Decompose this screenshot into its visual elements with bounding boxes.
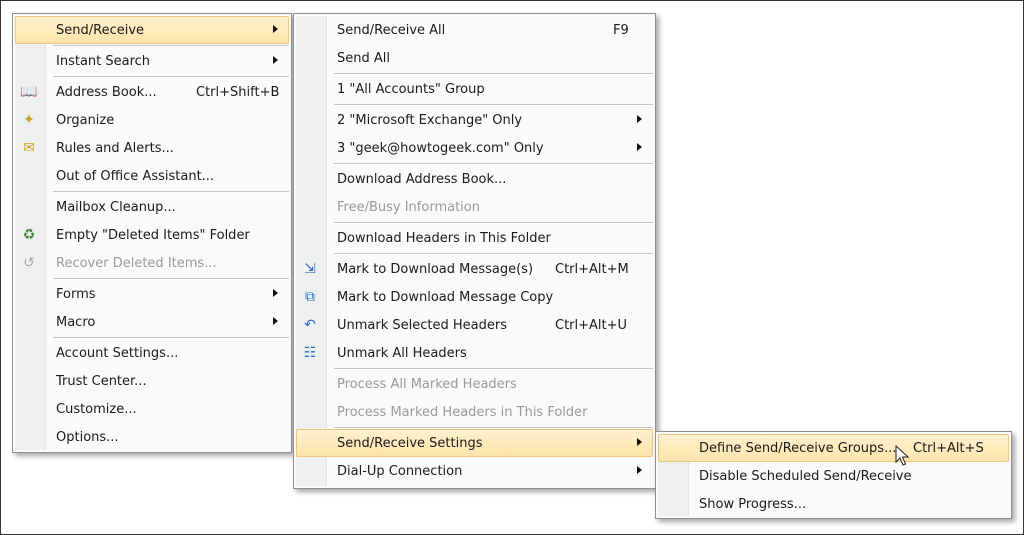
menu-item-mark-to-download-message-copy[interactable]: ⧉ Mark to Download Message Copy [296, 283, 653, 311]
menu-item-3-geek-howtogeek-com-only[interactable]: 3 "geek@howtogeek.com" Only [296, 134, 653, 162]
submenu-arrow-icon [637, 115, 642, 123]
submenu-arrow-icon [637, 143, 642, 151]
menu-item-shortcut: Ctrl+Alt+S [913, 440, 984, 456]
menu-item-label: Instant Search [56, 53, 151, 69]
menu-item-label: Out of Office Assistant... [56, 168, 215, 184]
unmark-icon: ↶ [304, 317, 316, 333]
menu-item-2-microsoft-exchange-only[interactable]: 2 "Microsoft Exchange" Only [296, 106, 653, 134]
menu-item-account-settings[interactable]: Account Settings... [15, 339, 289, 367]
menu-item-shortcut: F9 [613, 22, 629, 38]
tools-menu: Send/Receive Instant Search 📖 Address Book.… [12, 13, 292, 453]
menu-item-define-send-receive-groups[interactable]: Define Send/Receive Groups... Ctrl+Alt+S [658, 434, 1009, 462]
submenu-arrow-icon [273, 289, 278, 297]
send-receive-settings-submenu: Define Send/Receive Groups... Ctrl+Alt+S D… [655, 431, 1012, 519]
menu-item-address-book[interactable]: 📖 Address Book... Ctrl+Shift+B [15, 78, 289, 106]
menu-item-label: Download Address Book... [337, 171, 507, 187]
mark-copy-icon: ⧉ [305, 289, 315, 305]
address-book-icon: 📖 [20, 84, 38, 100]
menu-item-mailbox-cleanup[interactable]: Mailbox Cleanup... [15, 193, 289, 221]
menu-item-shortcut: Ctrl+Alt+M [555, 261, 629, 277]
menu-item-download-headers-in-this-folder[interactable]: Download Headers in This Folder [296, 224, 653, 252]
menu-item-show-progress[interactable]: Show Progress... [658, 490, 1009, 518]
menu-item-trust-center[interactable]: Trust Center... [15, 367, 289, 395]
menu-item-send-receive[interactable]: Send/Receive [15, 16, 289, 44]
menu-item-label: Rules and Alerts... [56, 140, 174, 156]
submenu-arrow-icon [273, 56, 278, 64]
menu-item-shortcut: Ctrl+Shift+B [196, 84, 280, 100]
menu-item-empty-deleted-items-folder[interactable]: ♻ Empty "Deleted Items" Folder [15, 221, 289, 249]
submenu-arrow-icon [637, 466, 642, 474]
menu-item-label: Mark to Download Message Copy [337, 289, 554, 305]
menu-item-free-busy-information: Free/Busy Information [296, 193, 653, 221]
menu-item-label: Address Book... [56, 84, 157, 100]
menu-item-send-receive-settings[interactable]: Send/Receive Settings [296, 429, 653, 457]
menu-item-label: Dial-Up Connection [337, 463, 463, 479]
recover-icon: ↺ [23, 255, 35, 271]
send-receive-submenu: Send/Receive All F9 Send All 1 "All Account… [293, 13, 656, 489]
menu-item-label: Process Marked Headers in This Folder [337, 404, 588, 420]
menu-item-label: Process All Marked Headers [337, 376, 517, 392]
menu-item-label: Options... [56, 429, 119, 445]
menu-item-label: 3 "geek@howtogeek.com" Only [337, 140, 544, 156]
menu-item-out-of-office-assistant[interactable]: Out of Office Assistant... [15, 162, 289, 190]
menu-item-label: Free/Busy Information [337, 199, 480, 215]
menu-item-unmark-all-headers[interactable]: ☷ Unmark All Headers [296, 339, 653, 367]
menu-item-instant-search[interactable]: Instant Search [15, 47, 289, 75]
menu-item-label: Customize... [56, 401, 137, 417]
menu-item-label: Empty "Deleted Items" Folder [56, 227, 250, 243]
menu-item-label: Send/Receive [56, 22, 145, 38]
menu-item-1-all-accounts-group[interactable]: 1 "All Accounts" Group [296, 75, 653, 103]
menu-item-process-all-marked-headers: Process All Marked Headers [296, 370, 653, 398]
menu-item-rules-and-alerts[interactable]: ✉ Rules and Alerts... [15, 134, 289, 162]
menu-item-send-all[interactable]: Send All [296, 44, 653, 72]
menu-item-label: Unmark All Headers [337, 345, 467, 361]
rules-icon: ✉ [23, 140, 35, 156]
organize-icon: ✦ [23, 112, 35, 128]
menu-item-customize[interactable]: Customize... [15, 395, 289, 423]
menu-item-recover-deleted-items: ↺ Recover Deleted Items... [15, 249, 289, 277]
menu-item-macro[interactable]: Macro [15, 308, 289, 336]
menu-item-mark-to-download-message-s[interactable]: ⇲ Mark to Download Message(s) Ctrl+Alt+M [296, 255, 653, 283]
menu-item-send-receive-all[interactable]: Send/Receive All F9 [296, 16, 653, 44]
submenu-arrow-icon [273, 25, 278, 33]
menu-item-label: Define Send/Receive Groups... [699, 440, 897, 456]
unmark-all-icon: ☷ [303, 345, 317, 361]
mouse-cursor-icon [895, 445, 909, 466]
menu-item-label: Unmark Selected Headers [337, 317, 507, 333]
menu-item-unmark-selected-headers[interactable]: ↶ Unmark Selected Headers Ctrl+Alt+U [296, 311, 653, 339]
menu-item-label: Send All [337, 50, 390, 66]
menu-item-label: Mailbox Cleanup... [56, 199, 176, 215]
menu-item-label: Disable Scheduled Send/Receive [699, 468, 912, 484]
menu-item-label: Recover Deleted Items... [56, 255, 217, 271]
menu-item-label: Trust Center... [56, 373, 147, 389]
menu-item-label: Show Progress... [699, 496, 807, 512]
menu-item-label: Macro [56, 314, 96, 330]
menu-item-label: Send/Receive Settings [337, 435, 483, 451]
menu-item-label: Mark to Download Message(s) [337, 261, 534, 277]
submenu-arrow-icon [273, 317, 278, 325]
menu-item-label: 1 "All Accounts" Group [337, 81, 485, 97]
menu-item-label: Account Settings... [56, 345, 179, 361]
menu-item-label: Send/Receive All [337, 22, 446, 38]
menu-item-label: 2 "Microsoft Exchange" Only [337, 112, 523, 128]
menu-item-organize[interactable]: ✦ Organize [15, 106, 289, 134]
submenu-arrow-icon [637, 438, 642, 446]
menu-item-shortcut: Ctrl+Alt+U [555, 317, 628, 333]
menu-item-forms[interactable]: Forms [15, 280, 289, 308]
menu-item-label: Organize [56, 112, 115, 128]
menu-item-dial-up-connection[interactable]: Dial-Up Connection [296, 457, 653, 485]
menu-item-label: Download Headers in This Folder [337, 230, 551, 246]
menu-item-label: Forms [56, 286, 96, 302]
menu-item-options[interactable]: Options... [15, 423, 289, 451]
mark-download-icon: ⇲ [304, 261, 316, 277]
menu-item-disable-scheduled-send-receive[interactable]: Disable Scheduled Send/Receive [658, 462, 1009, 490]
menu-item-download-address-book[interactable]: Download Address Book... [296, 165, 653, 193]
menu-item-process-marked-headers-in-this-folder: Process Marked Headers in This Folder [296, 398, 653, 426]
empty-trash-icon: ♻ [22, 227, 36, 243]
